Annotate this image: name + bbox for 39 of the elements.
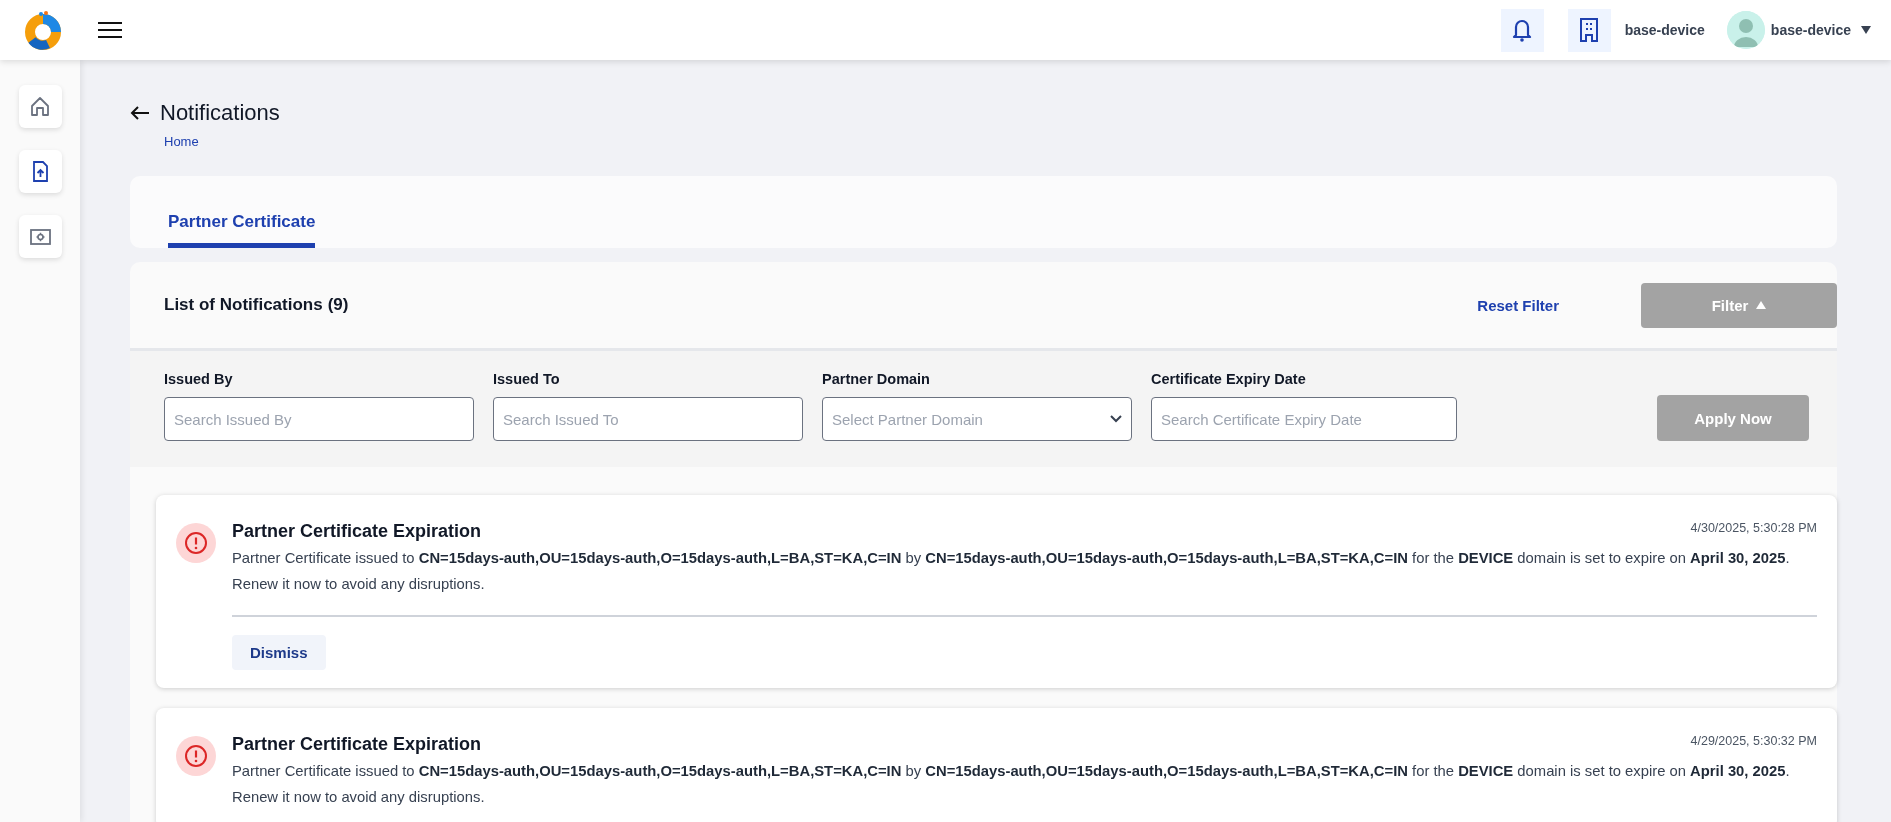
filter-label: Partner Domain <box>822 371 931 387</box>
breadcrumb-link[interactable]: Home <box>164 134 199 149</box>
alert-icon <box>184 531 208 555</box>
notification-count: (9) <box>327 295 349 315</box>
organization-button[interactable] <box>1567 8 1611 52</box>
bell-icon <box>1512 18 1533 42</box>
reset-filter-link[interactable]: Reset Filter <box>1477 296 1559 314</box>
organization-name: base-device <box>1624 22 1705 38</box>
search-field[interactable]: Search Issued By <box>164 397 474 441</box>
search-field[interactable]: Search Issued To <box>493 397 803 441</box>
notification-message: Partner Certificate issued to CN=15days-auth,OU=15days-auth,O=15days-auth,L=BA,ST=KA,C=IN by CN=15days-auth,OU=15days-auth,O=15days-auth,L=BA,ST=KA,C=IN for the DEVICE domain is set to expire on April 30, 2025. Renew it now to avoid any disruptions. <box>232 549 1791 594</box>
back-arrow-icon[interactable] <box>130 106 150 120</box>
filter-label: Issued By <box>164 371 234 387</box>
notification-title: Partner Certificate Expiration <box>232 521 482 542</box>
notification-time: 4/30/2025, 5:30:28 PM <box>1690 521 1817 537</box>
notification-time: 4/29/2025, 5:30:32 PM <box>1690 734 1817 750</box>
sidebar-item[interactable] <box>18 215 62 258</box>
caret-up-icon <box>1756 301 1767 309</box>
tab[interactable]: Partner Certificate <box>168 176 316 248</box>
menu-icon[interactable] <box>98 22 122 38</box>
search-field[interactable]: Search Certificate Expiry Date <box>1151 397 1457 441</box>
dismiss-button[interactable]: Dismiss <box>232 635 326 670</box>
sidebar-item[interactable] <box>18 150 62 193</box>
avatar-icon <box>1726 11 1765 49</box>
notification-message: Partner Certificate issued to CN=15days-auth,OU=15days-auth,O=15days-auth,L=BA,ST=KA,C=IN by CN=15days-auth,OU=15days-auth,O=15days-auth,L=BA,ST=KA,C=IN for the DEVICE domain is set to expire on April 30, 2025. Renew it now to avoid any disruptions. <box>232 762 1791 807</box>
alert-icon <box>184 744 208 768</box>
list-title: List of Notifications <box>164 295 323 315</box>
logo-icon <box>24 10 62 50</box>
notification-title: Partner Certificate Expiration <box>232 734 482 755</box>
caret-down-icon[interactable] <box>1861 26 1871 34</box>
filter-label: Issued To <box>493 371 561 387</box>
notifications-button[interactable] <box>1500 8 1544 52</box>
building-icon <box>1580 18 1599 42</box>
page-title: Notifications <box>160 100 280 126</box>
user-name[interactable]: base-device <box>1770 22 1851 38</box>
sidebar-item[interactable] <box>18 85 62 128</box>
chevron-down-icon <box>1110 415 1122 423</box>
home-icon <box>28 95 52 118</box>
filter-label: Certificate Expiry Date <box>1151 371 1307 387</box>
